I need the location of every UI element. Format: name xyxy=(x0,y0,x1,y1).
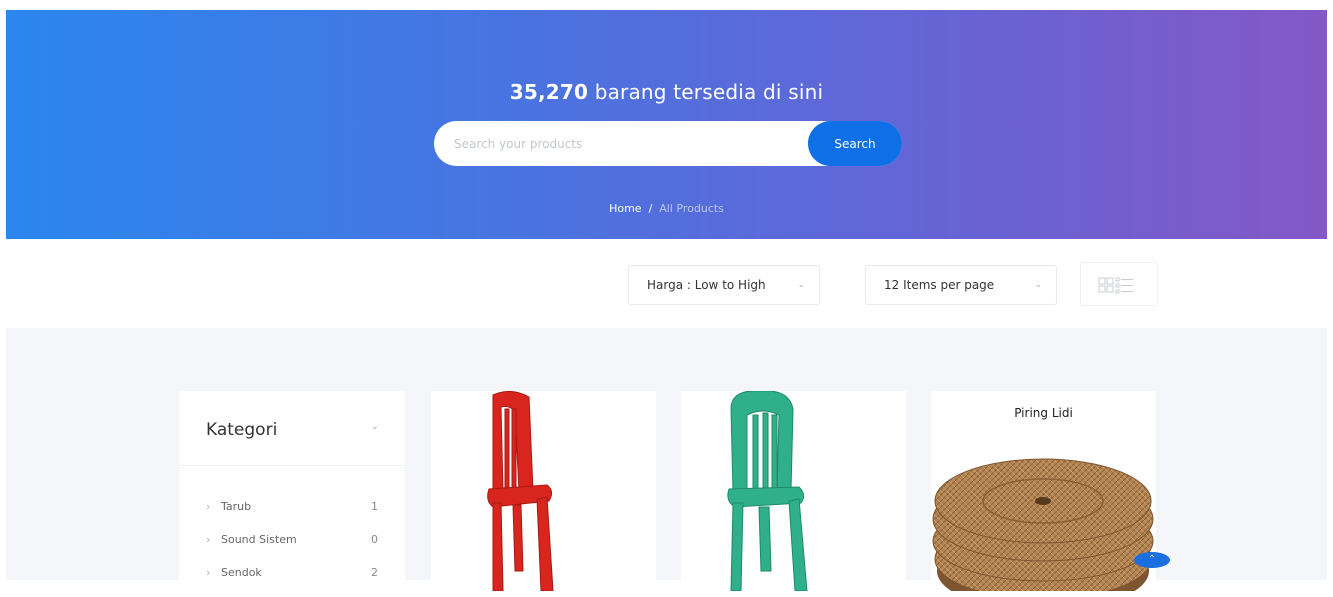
product-card[interactable] xyxy=(681,391,906,591)
chevron-down-icon: ⌄ xyxy=(1034,280,1042,290)
hero-title: 35,270 barang tersedia di sini xyxy=(6,80,1327,104)
hero-title-suffix: barang tersedia di sini xyxy=(588,80,824,104)
sort-select[interactable]: Harga : Low to High ⌄ xyxy=(628,265,820,305)
chevron-right-icon: › xyxy=(206,533,211,546)
product-card[interactable] xyxy=(431,391,656,591)
product-count: 35,270 xyxy=(509,80,589,104)
breadcrumb: Home / All Products xyxy=(6,202,1327,215)
breadcrumb-separator: / xyxy=(648,202,653,215)
piring-lidi-image xyxy=(932,458,1154,591)
sort-select-label: Harga : Low to High xyxy=(647,278,766,292)
category-title: Kategori xyxy=(206,420,278,440)
category-header[interactable]: Kategori ⌄ xyxy=(179,391,405,466)
breadcrumb-home[interactable]: Home xyxy=(609,202,641,215)
category-count: 2 xyxy=(371,566,378,579)
category-name: Sound Sistem xyxy=(221,533,297,546)
search-input[interactable] xyxy=(434,121,804,166)
category-count: 1 xyxy=(371,500,378,513)
chevron-up-icon: ⌃ xyxy=(1147,554,1157,565)
chevron-down-icon: ⌄ xyxy=(797,280,805,290)
breadcrumb-current: All Products xyxy=(659,202,724,215)
search-button[interactable]: Search xyxy=(808,121,902,166)
category-name: Tarub xyxy=(221,500,252,513)
per-page-select[interactable]: 12 Items per page ⌄ xyxy=(865,265,1057,305)
hero-banner: 35,270 barang tersedia di sini Search Ho… xyxy=(6,10,1327,239)
green-plastic-chair-image xyxy=(727,391,808,591)
search-bar: Search xyxy=(434,121,902,166)
category-count: 0 xyxy=(371,533,378,546)
category-name: Sendok xyxy=(221,566,262,579)
category-item[interactable]: › Sendok 2 xyxy=(179,564,405,597)
category-item[interactable]: › Tarub 1 xyxy=(179,498,405,531)
view-toggle[interactable] xyxy=(1080,262,1158,306)
per-page-select-label: 12 Items per page xyxy=(884,278,995,292)
scroll-to-top-button[interactable]: ⌃ xyxy=(1134,552,1170,568)
category-item[interactable]: › Sound Sistem 0 xyxy=(179,531,405,564)
chevron-right-icon: › xyxy=(206,500,211,513)
grid-list-view-icon[interactable] xyxy=(1098,275,1142,295)
red-plastic-chair-image xyxy=(487,391,554,591)
category-list: › Tarub 1 › Sound Sistem 0 › Sendok 2 xyxy=(179,498,405,597)
chevron-right-icon: › xyxy=(206,566,211,579)
product-card[interactable]: Piring Lidi xyxy=(931,391,1156,591)
chevron-down-icon[interactable]: ⌄ xyxy=(371,421,379,432)
